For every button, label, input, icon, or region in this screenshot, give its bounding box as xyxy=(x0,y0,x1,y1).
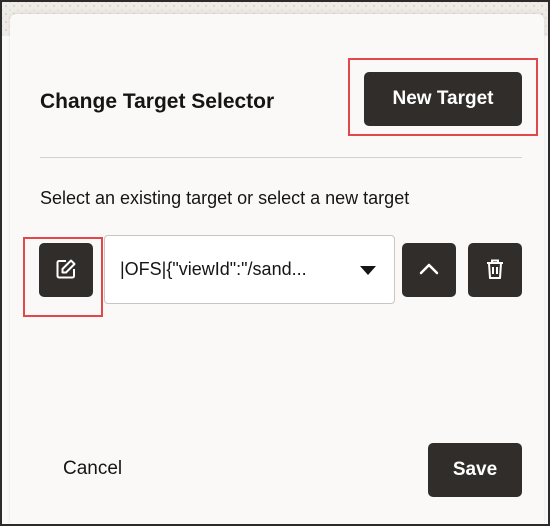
chevron-up-icon xyxy=(419,262,439,279)
target-select[interactable]: |OFS|{"viewId":"/sand... xyxy=(104,235,395,304)
move-up-button[interactable] xyxy=(402,243,456,297)
screenshot-frame: Change Target Selector New Target Select… xyxy=(0,0,550,526)
edit-target-button[interactable] xyxy=(39,243,93,297)
divider xyxy=(40,157,522,158)
change-target-selector-dialog: Change Target Selector New Target Select… xyxy=(10,14,544,524)
delete-target-button[interactable] xyxy=(468,243,522,297)
edit-icon xyxy=(55,258,77,283)
instruction-text: Select an existing target or select a ne… xyxy=(40,188,410,208)
trash-icon xyxy=(485,258,505,283)
target-select-value: |OFS|{"viewId":"/sand... xyxy=(120,259,307,279)
caret-down-icon xyxy=(360,266,376,275)
new-target-button[interactable]: New Target xyxy=(364,72,522,126)
save-button[interactable]: Save xyxy=(428,443,522,497)
dialog-title: Change Target Selector xyxy=(40,90,275,113)
cancel-button[interactable]: Cancel xyxy=(48,454,148,484)
